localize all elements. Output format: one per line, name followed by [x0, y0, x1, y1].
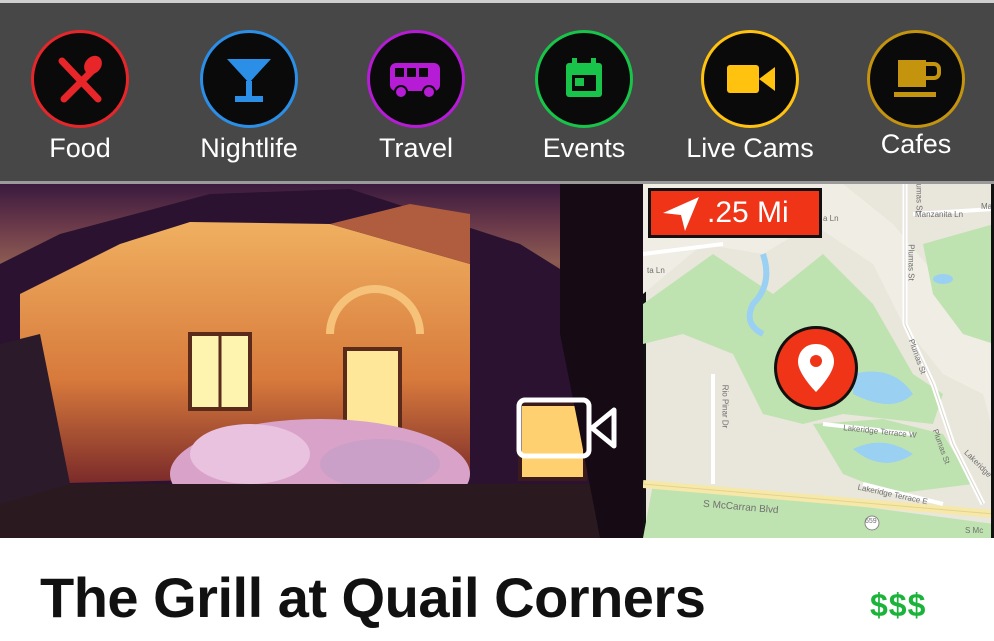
street-label: Ma [981, 202, 993, 211]
map-pin-icon[interactable] [774, 326, 858, 410]
video-camera-icon [701, 30, 799, 128]
category-nightlife[interactable]: Nightlife [179, 3, 319, 184]
category-cafes[interactable]: Cafes [846, 3, 986, 184]
category-label: Cafes [880, 129, 952, 159]
calendar-icon [535, 30, 633, 128]
category-label: Nightlife [200, 133, 298, 163]
street-label: Plumas St [914, 184, 924, 213]
category-travel[interactable]: Travel [346, 3, 486, 184]
category-events[interactable]: Events [514, 3, 654, 184]
van-icon [367, 30, 465, 128]
navigation-arrow-icon [663, 197, 699, 231]
category-bar: Food Nightlife Travel Events Live Cams C… [0, 0, 994, 184]
category-label: Events [542, 133, 626, 163]
venue-photo[interactable] [0, 184, 643, 538]
venue-name: The Grill at Quail Corners [40, 566, 706, 629]
street-label: a Ln [823, 214, 839, 223]
distance-badge[interactable]: .25 Mi [648, 188, 822, 238]
category-live-cams[interactable]: Live Cams [680, 3, 820, 184]
distance-label: .25 Mi [707, 196, 789, 229]
video-camera-outline-icon[interactable] [516, 397, 620, 464]
category-food[interactable]: Food [10, 3, 150, 184]
cocktail-icon [200, 30, 298, 128]
street-label: Rio Pinar Dr [720, 384, 730, 429]
street-label: S Mc [965, 526, 984, 535]
street-label: Manzanita Ln [915, 210, 964, 219]
category-label: Travel [378, 133, 453, 163]
category-label: Live Cams [686, 133, 814, 163]
category-label: Food [49, 133, 111, 163]
street-label: Plumas St [906, 244, 916, 281]
coffee-cup-icon [867, 30, 965, 128]
fork-spoon-icon [31, 30, 129, 128]
street-label: ta Ln [647, 266, 665, 275]
route-shield: 659 [865, 518, 877, 525]
price-level: $$$ [870, 587, 927, 623]
